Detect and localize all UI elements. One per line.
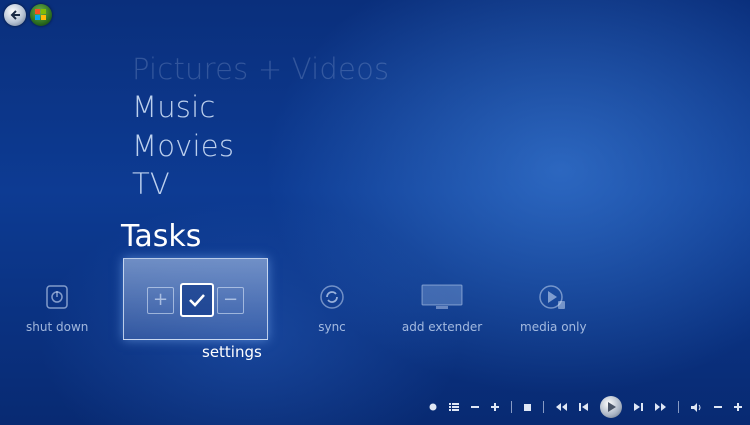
volume-up-button[interactable] (734, 397, 742, 417)
menu-item-pictures-videos[interactable]: Pictures + Videos (132, 52, 389, 86)
channel-down-button[interactable] (471, 397, 479, 417)
task-shut-down[interactable]: shut down (26, 284, 88, 334)
task-label: shut down (26, 320, 89, 334)
back-arrow-icon (10, 10, 20, 20)
divider (511, 401, 512, 413)
task-add-extender[interactable]: add extender (400, 284, 484, 334)
play-button[interactable] (600, 396, 622, 418)
monitor-icon (421, 284, 463, 309)
skip-forward-icon (634, 403, 643, 411)
channel-up-button[interactable] (491, 397, 499, 417)
task-label: add extender (401, 320, 483, 334)
record-button[interactable] (429, 397, 437, 417)
stop-icon (524, 403, 531, 411)
play-icon (608, 402, 616, 412)
guide-button[interactable] (449, 397, 459, 417)
next-button[interactable] (634, 397, 643, 417)
menu-section-tasks[interactable]: Tasks (121, 219, 201, 254)
media-only-icon (539, 285, 565, 309)
minus-icon (714, 406, 722, 408)
divider (543, 401, 544, 413)
previous-button[interactable] (579, 397, 588, 417)
minus-icon (471, 406, 479, 408)
power-icon (46, 285, 68, 309)
plus-icon (734, 403, 742, 411)
task-media-only[interactable]: media only (520, 284, 587, 334)
divider (678, 401, 679, 413)
skip-back-icon (579, 403, 588, 411)
windows-start-button[interactable] (30, 4, 52, 26)
checkmark-icon (180, 283, 214, 317)
rewind-icon (556, 403, 567, 411)
plus-icon (491, 403, 499, 411)
fast-forward-button[interactable] (655, 397, 666, 417)
minus-icon: − (217, 287, 244, 314)
stop-button[interactable] (524, 397, 531, 417)
menu-item-movies[interactable]: Movies (132, 129, 234, 163)
fast-forward-icon (655, 403, 666, 411)
volume-down-button[interactable] (714, 397, 722, 417)
menu-item-music[interactable]: Music (132, 90, 216, 124)
task-sync[interactable]: sync (312, 284, 352, 334)
speaker-icon (691, 402, 701, 412)
menu-item-tv[interactable]: TV (132, 167, 170, 201)
task-label: sync (318, 320, 346, 334)
task-settings-label: settings (202, 343, 262, 361)
task-label: media only (520, 320, 587, 334)
sync-icon (320, 285, 344, 309)
windows-logo-icon (35, 9, 46, 20)
plus-icon: + (147, 287, 174, 314)
transport-bar (429, 395, 742, 419)
back-button[interactable] (4, 4, 26, 26)
record-icon (429, 403, 437, 411)
rewind-button[interactable] (556, 397, 567, 417)
task-settings-focus-panel[interactable]: + − (123, 258, 268, 340)
list-icon (449, 403, 459, 411)
mute-button[interactable] (691, 397, 702, 417)
